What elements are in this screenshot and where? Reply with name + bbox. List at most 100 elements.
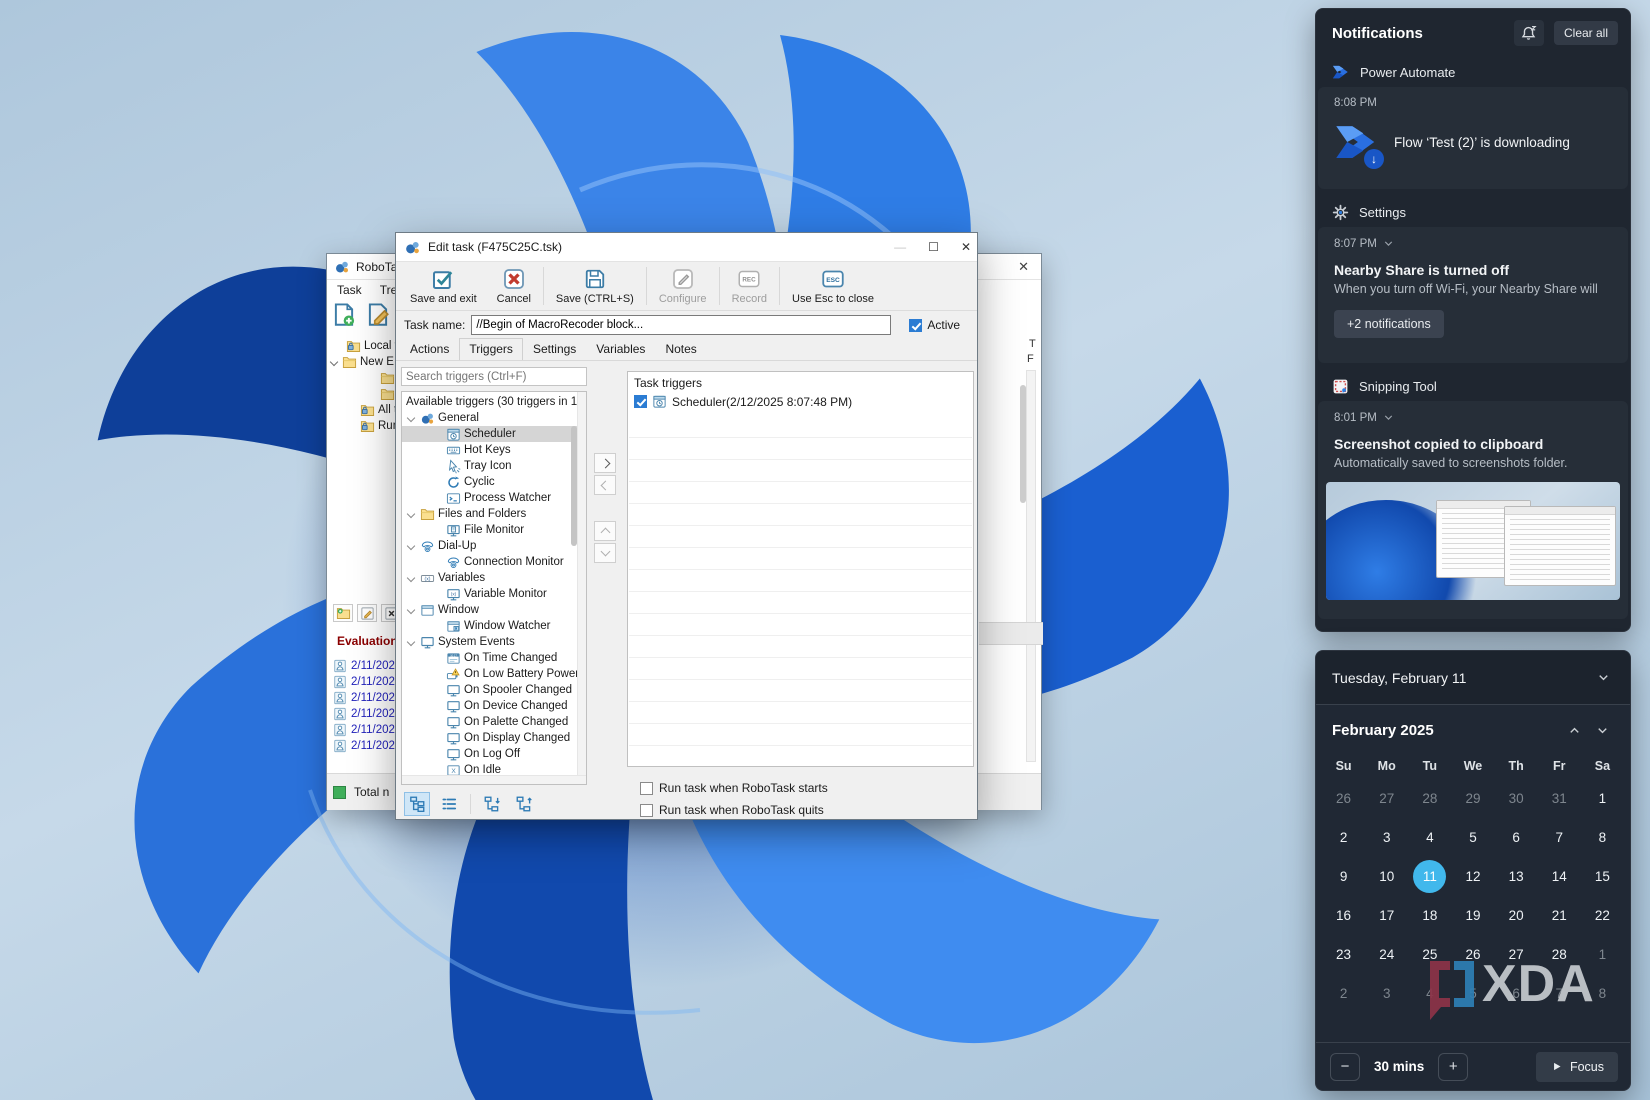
calendar-day[interactable]: 29 — [1451, 779, 1494, 818]
trigger-tree-item[interactable]: Files and Folders — [402, 506, 586, 522]
snipping-tool-notification[interactable]: 8:01 PM Screenshot copied to clipboard A… — [1318, 401, 1628, 619]
calendar-day[interactable]: 3 — [1365, 974, 1408, 1013]
expand-chevron-icon[interactable] — [407, 606, 415, 614]
calendar-day[interactable]: 23 — [1322, 935, 1365, 974]
trigger-tree-item[interactable]: General — [402, 410, 586, 426]
trigger-tree-item[interactable]: On Time Changed — [402, 650, 586, 666]
focus-button[interactable]: Focus — [1536, 1052, 1618, 1082]
calendar-day[interactable]: 12 — [1451, 857, 1494, 896]
snipping-tool-group-header[interactable]: Snipping Tool — [1316, 371, 1630, 401]
expand-chevron-icon[interactable] — [407, 574, 415, 582]
dialog-titlebar[interactable]: Edit task (F475C25C.tsk) — [396, 233, 977, 261]
settings-group-header[interactable]: Settings — [1316, 197, 1630, 227]
calendar-day[interactable]: 26 — [1322, 779, 1365, 818]
trigger-tree-item[interactable]: On Display Changed — [402, 730, 586, 746]
active-checkbox-group[interactable]: Active — [909, 318, 960, 332]
power-automate-notification[interactable]: 8:08 PM ↓ Flow ‘Test (2)’ is downloading — [1318, 87, 1628, 189]
tree-vertical-scrollbar[interactable] — [577, 392, 586, 784]
panel-splitter[interactable] — [979, 622, 1043, 645]
calendar-day[interactable]: 25 — [1408, 935, 1451, 974]
tasklist-vertical-scrollbar[interactable] — [1026, 370, 1036, 762]
screenshot-thumbnail[interactable] — [1326, 482, 1620, 600]
tab[interactable]: Notes — [655, 338, 706, 361]
calendar-day[interactable]: 26 — [1451, 935, 1494, 974]
trigger-tree-item[interactable]: On Low Battery Power — [402, 666, 586, 682]
calendar-day[interactable]: 8 — [1581, 818, 1624, 857]
expand-chevron-icon[interactable] — [407, 542, 415, 550]
trigger-enabled-checkbox[interactable] — [634, 395, 647, 408]
collapse-all-button[interactable] — [511, 792, 537, 816]
scrollbar-thumb[interactable] — [571, 426, 577, 546]
edit-task-icon[interactable] — [365, 302, 391, 328]
next-month-button[interactable] — [1588, 717, 1616, 743]
calendar-day[interactable]: 19 — [1451, 896, 1494, 935]
increase-minutes-button[interactable]: + — [1438, 1053, 1468, 1081]
calendar-collapse-button[interactable] — [1588, 666, 1618, 690]
calendar-day[interactable]: 22 — [1581, 896, 1624, 935]
cancel-button[interactable]: Cancel — [487, 264, 541, 308]
move-up-button[interactable] — [594, 521, 616, 541]
trigger-tree-item[interactable]: Window Watcher — [402, 618, 586, 634]
calendar-day[interactable]: 17 — [1365, 896, 1408, 935]
evaluation-row[interactable]: 2/11/2025 — [333, 722, 401, 738]
save-and-exit-button[interactable]: Save and exit — [400, 264, 487, 308]
trigger-tree-item[interactable]: Tray Icon — [402, 458, 586, 474]
clear-all-button[interactable]: Clear all — [1554, 21, 1618, 45]
trigger-tree-item[interactable]: Variables — [402, 570, 586, 586]
calendar-day[interactable]: 27 — [1495, 935, 1538, 974]
list-view-button[interactable] — [436, 792, 462, 816]
evaluation-row[interactable]: 2/11/2025 — [333, 706, 401, 722]
trigger-tree-item[interactable]: On Device Changed — [402, 698, 586, 714]
calendar-day[interactable]: 8 — [1581, 974, 1624, 1013]
calendar-day[interactable]: 2 — [1322, 974, 1365, 1013]
calendar-day[interactable]: 5 — [1451, 974, 1494, 1013]
run-on-quit-option[interactable]: Run task when RoboTask quits — [640, 803, 824, 817]
trigger-tree-item[interactable]: On Spooler Changed — [402, 682, 586, 698]
esc-close-button[interactable]: Use Esc to close — [782, 264, 884, 308]
calendar-day[interactable]: 4 — [1408, 974, 1451, 1013]
calendar-day[interactable]: 11 — [1408, 857, 1451, 896]
calendar-day[interactable]: 2 — [1322, 818, 1365, 857]
expand-chevron-icon[interactable] — [407, 638, 415, 646]
task-trigger-item[interactable]: Scheduler(2/12/2025 8:07:48 PM) — [628, 392, 973, 411]
calendar-day[interactable]: 7 — [1538, 974, 1581, 1013]
trigger-tree-item[interactable]: Process Watcher — [402, 490, 586, 506]
trigger-tree-item[interactable]: On Palette Changed — [402, 714, 586, 730]
evaluation-row[interactable]: 2/11/2025 — [333, 690, 401, 706]
tree-horizontal-scrollbar[interactable] — [402, 775, 586, 784]
do-not-disturb-button[interactable] — [1514, 20, 1544, 46]
trigger-tree-item[interactable]: Window — [402, 602, 586, 618]
calendar-day[interactable]: 6 — [1495, 818, 1538, 857]
trigger-tree-item[interactable]: File Monitor — [402, 522, 586, 538]
calendar-day[interactable]: 24 — [1365, 935, 1408, 974]
calendar-day[interactable]: 1 — [1581, 935, 1624, 974]
active-checkbox[interactable] — [909, 319, 922, 332]
expand-chevron-icon[interactable] — [407, 510, 415, 518]
calendar-day[interactable]: 30 — [1495, 779, 1538, 818]
expand-chevron-icon[interactable] — [330, 358, 338, 366]
chevron-down-icon[interactable] — [1382, 237, 1395, 250]
calendar-day[interactable]: 20 — [1495, 896, 1538, 935]
configure-button[interactable]: Configure — [649, 264, 717, 308]
calendar-day[interactable]: 13 — [1495, 857, 1538, 896]
expand-all-button[interactable] — [479, 792, 505, 816]
tab[interactable]: Settings — [523, 338, 586, 361]
calendar-day[interactable]: 7 — [1538, 818, 1581, 857]
trigger-tree-item[interactable]: On Log Off — [402, 746, 586, 762]
trigger-tree-item[interactable]: Cyclic — [402, 474, 586, 490]
evaluation-row[interactable]: 2/11/2025 — [333, 658, 401, 674]
edit-button[interactable] — [357, 604, 377, 622]
calendar-day[interactable]: 27 — [1365, 779, 1408, 818]
evaluation-row[interactable]: 2/11/2025 — [333, 738, 401, 754]
power-automate-group-header[interactable]: Power Automate — [1316, 57, 1630, 87]
trigger-tree-item[interactable]: Connection Monitor — [402, 554, 586, 570]
calendar-day[interactable]: 5 — [1451, 818, 1494, 857]
more-notifications-button[interactable]: +2 notifications — [1334, 310, 1444, 338]
calendar-day[interactable]: 4 — [1408, 818, 1451, 857]
edit-task-dialog[interactable]: Edit task (F475C25C.tsk) — ☐ ✕ Save and … — [395, 232, 978, 820]
scrollbar-thumb[interactable] — [1020, 385, 1026, 503]
chevron-down-icon[interactable] — [1382, 411, 1395, 424]
tab[interactable]: Actions — [400, 338, 459, 361]
maximize-icon[interactable]: ☐ — [928, 240, 939, 254]
robotask-close-icon[interactable]: ✕ — [1018, 259, 1029, 275]
